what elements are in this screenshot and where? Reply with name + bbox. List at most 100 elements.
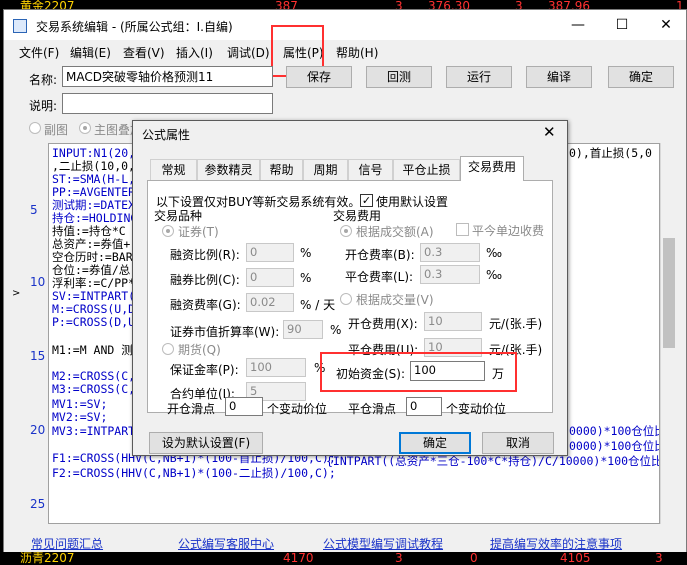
save-button[interactable]: 保存 [286, 66, 352, 88]
name-label: 名称: [29, 73, 58, 87]
code-fragment: 0000)*100仓位比 [569, 424, 660, 438]
ok-button[interactable]: 确定 [608, 66, 674, 88]
compile-button[interactable]: 编译 [526, 66, 592, 88]
variety-group-label: 交易品种 [154, 209, 203, 223]
fee-group-label: 交易费用 [333, 209, 382, 223]
line-number: 5 [30, 203, 38, 217]
futures-radio-label: 期货(Q) [178, 343, 221, 357]
scrollbar-thumb[interactable] [663, 238, 675, 348]
support-link[interactable]: 公式编写客服中心 [178, 535, 274, 552]
stock-radio[interactable] [162, 225, 174, 237]
slip-unit: 个变动价位 [267, 402, 328, 416]
deposit-input[interactable]: 100 [246, 358, 306, 377]
code-line: MV2:=SV; [52, 410, 108, 424]
efficiency-tips-link[interactable]: 提高编写效率的注意事项 [490, 535, 622, 552]
tab-param-wizard[interactable]: 参数精灵 [197, 159, 260, 181]
use-default-checkbox[interactable]: ✓ [360, 194, 373, 207]
run-button[interactable]: 运行 [446, 66, 512, 88]
menu-help[interactable]: 帮助(H) [336, 44, 378, 61]
line-number-gutter: 5 10 15 20 25 [26, 143, 48, 524]
dialog-title: 公式属性 [142, 128, 191, 142]
close-slip-input[interactable]: 0 [406, 397, 442, 416]
description-input[interactable] [62, 93, 273, 114]
faq-link[interactable]: 常见问题汇总 [31, 535, 103, 552]
help-links-bar: 常见问题汇总 公式编写客服中心 公式模型编写调试教程 提高编写效率的注意事项 [4, 532, 686, 552]
backtest-button[interactable]: 回测 [366, 66, 432, 88]
menu-view[interactable]: 查看(V) [123, 44, 165, 61]
code-fragment: {INTPART((总资产*三仓-100*C*持仓)/C/10000)*100仓… [326, 454, 660, 468]
quote-value: 0 [470, 551, 478, 565]
use-default-label: 使用默认设置 [376, 195, 449, 209]
tab-general[interactable]: 常规 [150, 159, 197, 181]
tab-trading-fee[interactable]: 交易费用 [460, 156, 524, 181]
tutorial-link[interactable]: 公式模型编写调试教程 [323, 535, 443, 552]
menu-insert[interactable]: 插入(I) [176, 44, 213, 61]
permille-unit: ‰ [486, 268, 503, 282]
window-title: 交易系统编辑 - (所属公式组：I.自编) [36, 20, 233, 34]
close-rate-label: 平仓费率(L): [345, 270, 414, 284]
menu-file[interactable]: 文件(F) [19, 44, 59, 61]
subchart-radio[interactable] [29, 122, 41, 134]
close-rate-input[interactable]: 0.3 [420, 265, 480, 284]
open-slip-input[interactable]: 0 [225, 397, 263, 416]
subchart-label: 副图 [44, 123, 69, 137]
close-slip-label: 平仓滑点 [348, 402, 397, 416]
slip-unit: 个变动价位 [446, 402, 507, 416]
futures-radio[interactable] [162, 343, 174, 355]
formula-properties-dialog: 公式属性 ✕ 常规 参数精灵 帮助 周期 信号 平仓止损 交易费用 以下设置仅对… [132, 120, 568, 456]
single-side-checkbox[interactable] [456, 223, 469, 236]
open-slip-label: 开仓滑点 [167, 402, 216, 416]
collapse-arrow-icon[interactable]: > [12, 288, 20, 299]
by-amount-radio[interactable] [340, 225, 352, 237]
short-ratio-input[interactable]: 0 [246, 268, 294, 287]
title-bar[interactable]: 交易系统编辑 - (所属公式组：I.自编) — ☐ ✕ [4, 10, 686, 40]
main-overlay-radio[interactable] [79, 122, 91, 134]
market-value-rate-input[interactable]: 90 [283, 320, 323, 339]
set-default-button[interactable]: 设为默认设置(F) [149, 432, 263, 454]
tab-stop-loss[interactable]: 平仓止损 [393, 159, 460, 181]
cancel-button[interactable]: 取消 [482, 432, 554, 454]
menu-edit[interactable]: 编辑(E) [70, 44, 111, 61]
highlight-box [320, 352, 517, 392]
percent-unit: % [330, 323, 342, 337]
single-side-label: 平今单边收费 [472, 224, 545, 238]
menu-bar: 文件(F) 编辑(E) 查看(V) 插入(I) 调试(D) 属性(P) 帮助(H… [4, 40, 686, 62]
tab-signal[interactable]: 信号 [348, 159, 393, 181]
name-input[interactable]: MACD突破零轴价格预测11 [62, 66, 273, 87]
quote-value: 4105 [560, 551, 591, 565]
dialog-close-button[interactable]: ✕ [543, 123, 556, 141]
permille-unit: ‰ [486, 246, 503, 260]
margin-ratio-input[interactable]: 0 [246, 243, 294, 262]
financing-fee-input[interactable]: 0.02 [246, 293, 294, 312]
percent-unit: % [300, 271, 312, 285]
code-line: F2:=CROSS(HHV(C,NB+1)*(100-二止损)/100,C); [52, 466, 336, 480]
app-icon [13, 19, 27, 33]
vertical-scrollbar[interactable] [660, 143, 677, 524]
menu-debug[interactable]: 调试(D) [227, 44, 270, 61]
maximize-button[interactable]: ☐ [600, 12, 644, 38]
tab-help[interactable]: 帮助 [260, 159, 303, 181]
short-ratio-label: 融券比例(C): [170, 273, 240, 287]
line-number: 20 [30, 423, 46, 437]
code-fragment: 0000)*100仓位比 [569, 439, 660, 453]
ok-button[interactable]: 确定 [399, 432, 471, 454]
open-fee-label: 开仓费用(X): [348, 317, 418, 331]
quote-value: 3 [655, 551, 663, 565]
line-number: 25 [30, 497, 46, 511]
tab-period[interactable]: 周期 [303, 159, 348, 181]
open-fee-input[interactable]: 10 [424, 312, 482, 331]
minimize-button[interactable]: — [556, 12, 600, 38]
line-number: 10 [30, 275, 46, 289]
code-line: M1:=M AND 测试 [52, 343, 145, 357]
financing-fee-label: 融资费率(G): [170, 298, 241, 312]
by-volume-radio[interactable] [340, 293, 352, 305]
market-value-rate-label: 证券市值折算率(W): [170, 325, 280, 339]
open-rate-label: 开仓费率(B): [345, 248, 415, 262]
quote-value: 4170 [283, 551, 314, 565]
open-rate-input[interactable]: 0.3 [420, 243, 480, 262]
stock-radio-label: 证券(T) [178, 225, 219, 239]
by-amount-label: 根据成交额(A) [356, 225, 434, 239]
close-button[interactable]: ✕ [644, 12, 687, 38]
margin-ratio-label: 融资比例(R): [170, 248, 240, 262]
line-number: 15 [30, 349, 46, 363]
